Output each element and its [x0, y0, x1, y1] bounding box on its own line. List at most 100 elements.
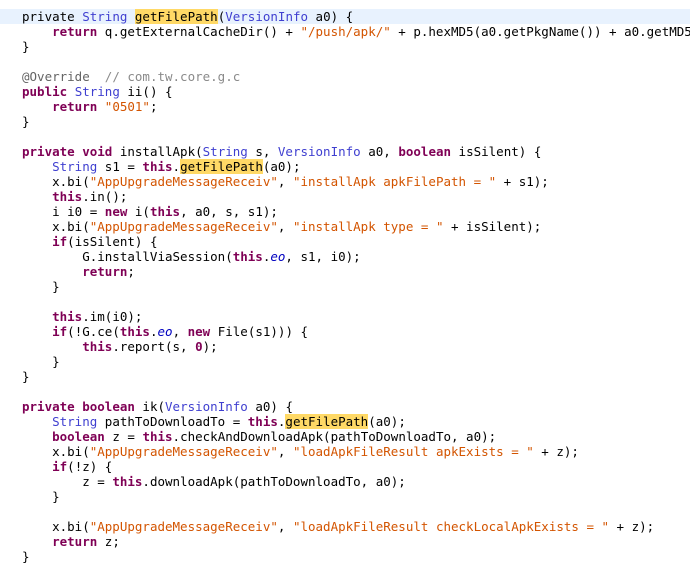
code-line[interactable]: private void installApk(String s, Versio…: [0, 144, 690, 159]
code-token: this: [142, 159, 173, 174]
code-line[interactable]: i i0 = new i(this, a0, s, s1);: [0, 204, 690, 219]
code-line[interactable]: public String ii() {: [0, 84, 690, 99]
code-line[interactable]: boolean z = this.checkAndDownloadApk(pat…: [0, 429, 690, 444]
code-line[interactable]: x.bi("AppUpgradeMessageReceiv", "install…: [0, 174, 690, 189]
code-line[interactable]: [0, 54, 690, 69]
code-line[interactable]: x.bi("AppUpgradeMessageReceiv", "loadApk…: [0, 519, 690, 534]
highlighted-symbol: getFilePath: [134, 9, 218, 24]
code-token: .: [149, 324, 158, 339]
code-line[interactable]: if(!G.ce(this.eo, new File(s1))) {: [0, 324, 690, 339]
code-line[interactable]: return "0501";: [0, 99, 690, 114]
code-line[interactable]: }: [0, 279, 690, 294]
code-token: + p.hexMD5(a0.getPkgName()) + a0.getMD5(…: [390, 24, 690, 39]
code-token: return: [52, 99, 98, 114]
code-token: ,: [172, 324, 188, 339]
code-line[interactable]: }: [0, 549, 690, 564]
code-token: "AppUpgradeMessageReceiv": [89, 219, 278, 234]
code-token: @Override: [22, 69, 90, 84]
code-token: .downloadApk(pathToDownloadTo, a0);: [142, 474, 406, 489]
code-token: "AppUpgradeMessageReceiv": [89, 519, 278, 534]
code-line[interactable]: return z;: [0, 534, 690, 549]
code-line[interactable]: private String getFilePath(VersionInfo a…: [0, 9, 690, 24]
code-token: , a0, s, s1);: [180, 204, 278, 219]
code-token: ik(: [134, 399, 166, 414]
code-line[interactable]: String pathToDownloadTo = this.getFilePa…: [0, 414, 690, 429]
code-line[interactable]: [0, 129, 690, 144]
code-token: this: [112, 474, 143, 489]
code-token: "0501": [104, 99, 150, 114]
highlighted-symbol: getFilePath: [180, 159, 263, 174]
code-token: ,: [277, 444, 293, 459]
code-token: "/push/apk/": [300, 24, 391, 39]
code-token: .checkAndDownloadApk(pathToDownloadTo, a…: [172, 429, 497, 444]
code-line[interactable]: [0, 294, 690, 309]
code-token: eo: [157, 324, 173, 339]
code-line[interactable]: return;: [0, 264, 690, 279]
code-token: }: [22, 354, 60, 369]
code-token: this: [247, 414, 278, 429]
code-token: this: [82, 339, 113, 354]
code-token: this: [119, 324, 150, 339]
code-line[interactable]: @Override // com.tw.core.g.c: [0, 69, 690, 84]
code-line[interactable]: }: [0, 39, 690, 54]
code-token: x.bi(: [22, 519, 90, 534]
code-line[interactable]: if(!z) {: [0, 459, 690, 474]
code-token: }: [22, 549, 30, 564]
code-line[interactable]: [0, 384, 690, 399]
code-token: boolean: [398, 144, 452, 159]
code-token: "AppUpgradeMessageReceiv": [89, 174, 278, 189]
code-line[interactable]: this.report(s, 0);: [0, 339, 690, 354]
code-line[interactable]: G.installViaSession(this.eo, s1, i0);: [0, 249, 690, 264]
code-line[interactable]: if(isSilent) {: [0, 234, 690, 249]
code-token: "loadApkFileResult apkExists = ": [292, 444, 534, 459]
highlighted-symbol: getFilePath: [285, 414, 369, 429]
code-token: ;: [149, 99, 158, 114]
code-token: i(: [127, 204, 150, 219]
code-token: return: [52, 24, 98, 39]
code-token: if: [52, 459, 68, 474]
code-line[interactable]: x.bi("AppUpgradeMessageReceiv", "install…: [0, 219, 690, 234]
code-line[interactable]: String s1 = this.getFilePath(a0);: [0, 159, 690, 174]
code-line[interactable]: x.bi("AppUpgradeMessageReceiv", "loadApk…: [0, 444, 690, 459]
code-line[interactable]: this.im(i0);: [0, 309, 690, 324]
code-token: return: [52, 534, 98, 549]
code-token: this: [52, 189, 83, 204]
code-token: new: [104, 204, 128, 219]
code-line[interactable]: }: [0, 354, 690, 369]
code-token: this: [149, 204, 181, 219]
code-token: + isSilent);: [443, 219, 542, 234]
code-token: ,: [277, 174, 293, 189]
code-editor[interactable]: private String getFilePath(VersionInfo a…: [0, 0, 690, 576]
code-line[interactable]: }: [0, 369, 690, 384]
code-token: isSilent) {: [451, 144, 542, 159]
code-line[interactable]: }: [0, 114, 690, 129]
code-line[interactable]: private boolean ik(VersionInfo a0) {: [0, 399, 690, 414]
code-line[interactable]: }: [0, 489, 690, 504]
code-token: this: [142, 429, 173, 444]
code-token: + s1);: [496, 174, 549, 189]
code-token: void: [82, 144, 113, 159]
code-token: .im(i0);: [82, 309, 143, 324]
code-token: VersionInfo: [165, 399, 248, 414]
code-token: );: [202, 339, 218, 354]
code-line[interactable]: return q.getExternalCacheDir() + "/push/…: [0, 24, 690, 39]
code-line[interactable]: z = this.downloadApk(pathToDownloadTo, a…: [0, 474, 690, 489]
code-line[interactable]: this.in();: [0, 189, 690, 204]
code-token: "installApk apkFilePath = ": [292, 174, 497, 189]
code-token: .: [172, 159, 181, 174]
code-token: // com.tw.core.g.c: [104, 69, 241, 84]
code-token: i i0 =: [22, 204, 105, 219]
code-token: a0) {: [247, 399, 293, 414]
code-token: pathToDownloadTo =: [97, 414, 248, 429]
code-line[interactable]: [0, 504, 690, 519]
